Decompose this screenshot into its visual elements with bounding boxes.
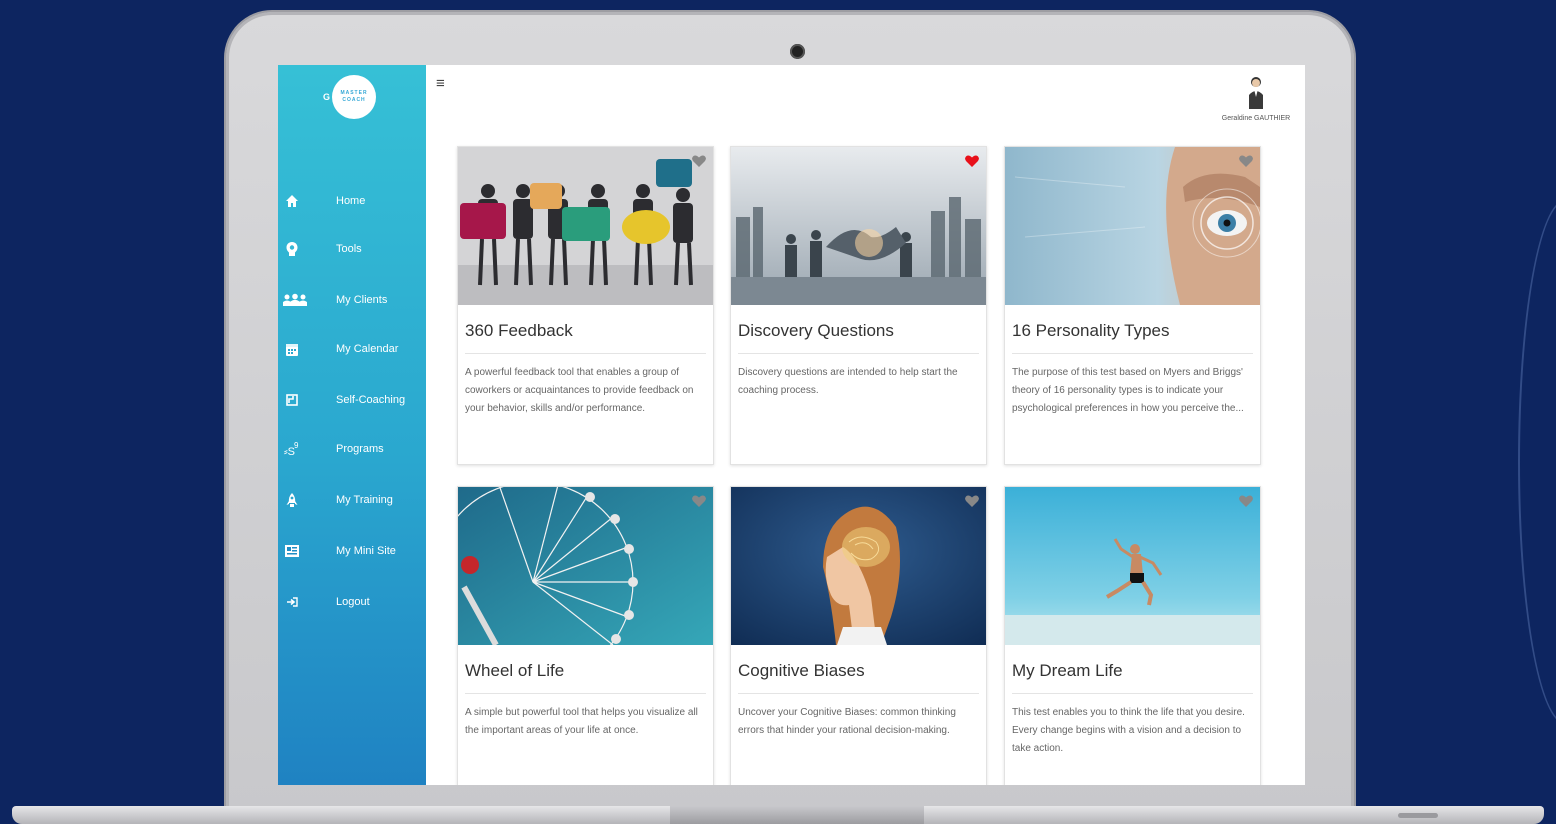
card-image	[1005, 147, 1260, 305]
sidebar-item-label: Tools	[336, 243, 362, 255]
clients-icon	[282, 292, 308, 308]
user-profile[interactable]: Geraldine GAUTHIER	[1216, 75, 1296, 125]
card-description: A simple but powerful tool that helps yo…	[465, 707, 698, 736]
card-description: This test enables you to think the life …	[1012, 707, 1245, 754]
sidebar-item-tools[interactable]: Tools	[278, 234, 426, 264]
card-description: Discovery questions are intended to help…	[738, 367, 958, 396]
programs-icon: ⸗S 9	[284, 441, 300, 457]
sidebar-item-label: Programs	[336, 443, 384, 455]
laptop-hinge-notch	[670, 806, 924, 824]
card-wheel-of-life[interactable]: Wheel of Life A simple but powerful tool…	[457, 486, 714, 785]
card-divider	[1012, 353, 1253, 354]
calendar-icon	[284, 341, 300, 357]
sidebar-item-label: My Calendar	[336, 343, 399, 355]
card-image	[731, 147, 986, 305]
sidebar-item-home[interactable]: Home	[278, 186, 426, 216]
card-divider	[1012, 693, 1253, 694]
card-16-personality-types[interactable]: 16 Personality Types The purpose of this…	[1004, 146, 1261, 465]
logo[interactable]: G MASTER COACH	[323, 75, 376, 119]
camera-icon	[790, 44, 805, 59]
logo-bottom-text: COACH	[342, 97, 366, 103]
sidebar-item-programs[interactable]: ⸗S 9 Programs	[278, 434, 426, 464]
sidebar-item-my-training[interactable]: My Training	[278, 485, 426, 515]
sidebar-item-logout[interactable]: Logout	[278, 587, 426, 617]
favorite-heart-icon[interactable]	[964, 493, 980, 509]
card-title: 360 Feedback	[465, 321, 573, 340]
card-my-dream-life[interactable]: My Dream Life This test enables you to t…	[1004, 486, 1261, 785]
card-title: Discovery Questions	[738, 321, 894, 340]
sidebar: G MASTER COACH Home Tools My Clients My …	[278, 65, 426, 785]
card-divider	[465, 353, 706, 354]
svg-text:9: 9	[294, 441, 299, 450]
sidebar-item-label: My Mini Site	[336, 545, 396, 557]
sidebar-item-label: Logout	[336, 596, 370, 608]
mini-site-icon	[284, 543, 300, 559]
avatar	[1246, 75, 1266, 111]
favorite-heart-icon[interactable]	[1238, 153, 1254, 169]
sidebar-item-label: My Training	[336, 494, 393, 506]
tools-icon	[284, 241, 300, 257]
card-title: Wheel of Life	[465, 661, 565, 680]
card-divider	[465, 693, 706, 694]
app-screen: G MASTER COACH Home Tools My Clients My …	[278, 65, 1305, 785]
card-image	[458, 147, 713, 305]
favorite-heart-icon[interactable]	[1238, 493, 1254, 509]
logout-icon	[284, 594, 300, 610]
card-image	[1005, 487, 1260, 645]
sidebar-item-label: Self-Coaching	[336, 394, 406, 406]
home-icon	[284, 193, 300, 209]
card-360-feedback[interactable]: 360 Feedback A powerful feedback tool th…	[457, 146, 714, 465]
rocket-icon	[284, 492, 300, 508]
sidebar-item-label: Home	[336, 195, 366, 207]
card-title: Cognitive Biases	[738, 661, 865, 680]
card-title: My Dream Life	[1012, 661, 1123, 680]
logo-prefix: G	[323, 92, 331, 102]
menu-toggle-icon[interactable]: ≡	[436, 75, 445, 92]
favorite-heart-icon[interactable]	[964, 153, 980, 169]
sidebar-item-label: My Clients	[336, 294, 388, 306]
self-coaching-icon	[284, 392, 300, 408]
card-title: 16 Personality Types	[1012, 321, 1170, 340]
sidebar-item-self-coaching[interactable]: Self-Coaching	[278, 385, 426, 415]
sidebar-item-my-mini-site[interactable]: My Mini Site	[278, 536, 426, 566]
sidebar-item-my-calendar[interactable]: My Calendar	[278, 334, 426, 364]
logo-top-text: MASTER	[340, 90, 368, 96]
card-cognitive-biases[interactable]: Cognitive Biases Uncover your Cognitive …	[730, 486, 987, 785]
favorite-heart-icon[interactable]	[691, 493, 707, 509]
sidebar-item-my-clients[interactable]: My Clients	[278, 285, 426, 315]
background-arc	[1518, 200, 1556, 724]
card-divider	[738, 353, 979, 354]
card-description: A powerful feedback tool that enables a …	[465, 367, 694, 414]
card-discovery-questions[interactable]: Discovery Questions Discovery questions …	[730, 146, 987, 465]
card-divider	[738, 693, 979, 694]
card-description: The purpose of this test based on Myers …	[1012, 367, 1244, 414]
card-image	[458, 487, 713, 645]
user-name: Geraldine GAUTHIER	[1221, 115, 1291, 122]
card-description: Uncover your Cognitive Biases: common th…	[738, 707, 956, 736]
card-image	[731, 487, 986, 645]
laptop-base-slot	[1398, 813, 1438, 818]
favorite-heart-icon[interactable]	[691, 153, 707, 169]
